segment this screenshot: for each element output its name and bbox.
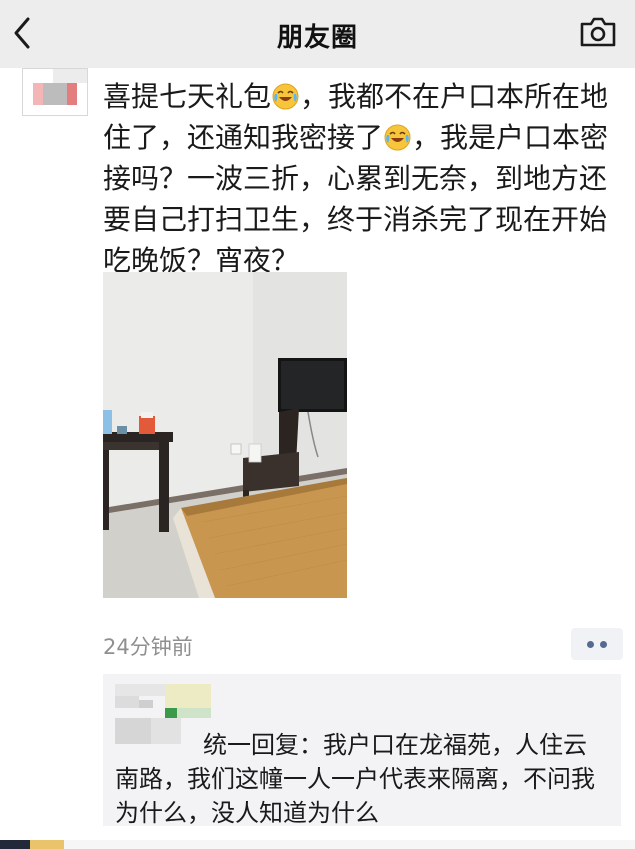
post-line: 住了，还通知我密接了 ，我是户口本密 — [103, 121, 609, 154]
laughing-tears-emoji-icon — [384, 121, 411, 151]
hotel-room-photo[interactable] — [103, 272, 347, 598]
comment-line: 南路，我们这幢一人一户代表来隔离，不问我 — [115, 765, 595, 793]
comment-text: 统一回复：我户口在龙福苑，人住云 南路，我们这幢一人一户代表来隔离，不问我 为什… — [115, 728, 615, 830]
bottom-strip — [0, 840, 635, 849]
post-text: 喜提七天礼包 ，我都不在户口本所在地 住了，还通知我密接了 ，我是户口本密 接吗？一… — [103, 76, 613, 281]
comment-box: 统一回复：我户口在龙福苑，人住云 南路，我们这幢一人一户代表来隔离，不问我 为什… — [103, 674, 621, 827]
avatar[interactable] — [22, 68, 88, 116]
post-line: 要自己打扫卫生，终于消杀完了现在开始 — [103, 203, 608, 236]
post-timestamp: 24分钟前 — [103, 635, 193, 659]
moments-screen: 朋友圈 喜提七天礼包 ，我都不在户口本所在地 住了，还通知我密接了 ，我是户口本密 … — [0, 0, 635, 849]
comment-line: 为什么，没人知道为什么 — [115, 799, 379, 827]
comment-line: 统一回复：我户口在龙福苑，人住云 — [203, 731, 587, 759]
page-title: 朋友圈 — [276, 23, 358, 53]
post-line: 喜提七天礼包 ，我都不在户口本所在地 — [103, 80, 609, 113]
navbar: 朋友圈 — [0, 0, 635, 68]
dot — [600, 641, 607, 648]
camera-icon[interactable] — [578, 14, 618, 50]
dot — [587, 641, 594, 648]
laughing-tears-emoji-icon — [272, 80, 299, 110]
post-line: 接吗？一波三折，心累到无奈，到地方还 — [103, 162, 608, 195]
more-dots-icon[interactable] — [571, 628, 623, 660]
